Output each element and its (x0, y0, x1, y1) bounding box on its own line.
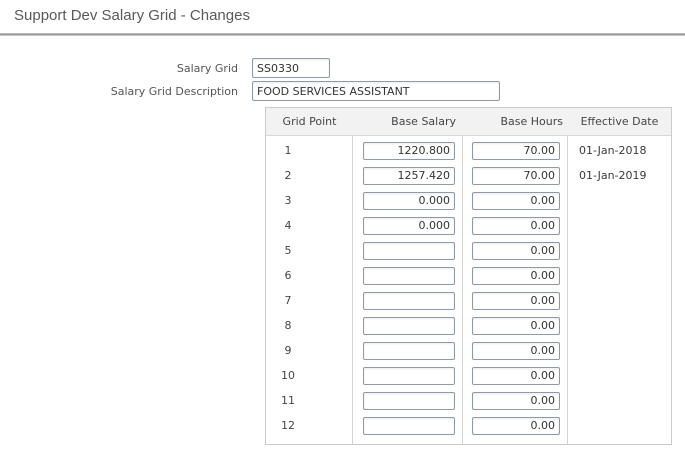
base-hours-input[interactable] (472, 292, 560, 310)
base-salary-cell (353, 392, 463, 410)
grid-point-value: 2 (266, 169, 353, 182)
base-salary-cell (353, 217, 463, 235)
base-salary-input[interactable] (363, 292, 455, 310)
table-row: 2 01-Jan-2019 (266, 163, 671, 188)
base-hours-input[interactable] (472, 192, 560, 210)
base-hours-input[interactable] (472, 142, 560, 160)
table-row: 11 (266, 388, 671, 413)
effective-date-value: 01-Jan-2018 (568, 144, 671, 157)
base-hours-input[interactable] (472, 242, 560, 260)
table-row: 7 (266, 288, 671, 313)
salary-grid-label: Salary Grid (0, 62, 252, 75)
grid-point-value: 12 (266, 419, 353, 432)
base-salary-input[interactable] (363, 242, 455, 260)
table-row: 10 (266, 363, 671, 388)
base-hours-header: Base Hours (463, 115, 568, 128)
salary-grid-field-row: Salary Grid (0, 58, 540, 78)
salary-grid-input[interactable] (252, 58, 330, 78)
base-hours-input[interactable] (472, 342, 560, 360)
table-body: 1 01-Jan-2018 2 01-Jan-2019 (266, 136, 671, 444)
grid-point-value: 9 (266, 344, 353, 357)
base-hours-cell (463, 317, 568, 335)
table-row: 5 (266, 238, 671, 263)
base-hours-cell (463, 142, 568, 160)
base-hours-cell (463, 217, 568, 235)
salary-grid-table: Grid Point Base Salary Base Hours Effect… (265, 107, 672, 445)
salary-grid-description-field-row: Salary Grid Description (0, 81, 540, 101)
salary-grid-form: Salary Grid Salary Grid Description (0, 58, 540, 104)
grid-point-value: 4 (266, 219, 353, 232)
base-salary-cell (353, 167, 463, 185)
base-salary-header: Base Salary (353, 115, 463, 128)
base-hours-cell (463, 417, 568, 435)
effective-date-value: 01-Jan-2019 (568, 169, 671, 182)
base-salary-cell (353, 292, 463, 310)
table-row: 9 (266, 338, 671, 363)
base-salary-cell (353, 342, 463, 360)
grid-point-value: 6 (266, 269, 353, 282)
table-row: 8 (266, 313, 671, 338)
base-hours-cell (463, 167, 568, 185)
base-salary-input[interactable] (363, 392, 455, 410)
base-salary-input[interactable] (363, 342, 455, 360)
table-row: 1 01-Jan-2018 (266, 138, 671, 163)
effective-date-header: Effective Date (568, 115, 671, 128)
salary-grid-description-label: Salary Grid Description (0, 85, 252, 98)
salary-grid-description-input[interactable] (252, 81, 500, 101)
base-hours-cell (463, 342, 568, 360)
base-salary-input[interactable] (363, 367, 455, 385)
base-salary-input[interactable] (363, 267, 455, 285)
grid-point-value: 8 (266, 319, 353, 332)
base-hours-cell (463, 367, 568, 385)
page-title: Support Dev Salary Grid - Changes (14, 7, 250, 24)
grid-point-value: 7 (266, 294, 353, 307)
grid-point-value: 5 (266, 244, 353, 257)
base-hours-cell (463, 292, 568, 310)
table-row: 12 (266, 413, 671, 438)
grid-point-value: 1 (266, 144, 353, 157)
base-salary-input[interactable] (363, 167, 455, 185)
base-salary-cell (353, 142, 463, 160)
base-salary-cell (353, 317, 463, 335)
base-salary-input[interactable] (363, 142, 455, 160)
base-hours-input[interactable] (472, 367, 560, 385)
base-hours-input[interactable] (472, 417, 560, 435)
base-salary-cell (353, 242, 463, 260)
base-salary-input[interactable] (363, 192, 455, 210)
base-salary-cell (353, 367, 463, 385)
title-divider (0, 33, 685, 36)
base-salary-cell (353, 267, 463, 285)
base-hours-input[interactable] (472, 392, 560, 410)
base-hours-cell (463, 242, 568, 260)
base-hours-cell (463, 392, 568, 410)
base-hours-cell (463, 267, 568, 285)
base-salary-input[interactable] (363, 217, 455, 235)
base-salary-input[interactable] (363, 317, 455, 335)
grid-point-value: 10 (266, 369, 353, 382)
base-salary-cell (353, 417, 463, 435)
table-row: 4 (266, 213, 671, 238)
base-salary-cell (353, 192, 463, 210)
table-header-row: Grid Point Base Salary Base Hours Effect… (266, 108, 671, 136)
base-hours-input[interactable] (472, 317, 560, 335)
grid-point-header: Grid Point (266, 115, 353, 128)
base-hours-input[interactable] (472, 167, 560, 185)
table-row: 6 (266, 263, 671, 288)
table-row: 3 (266, 188, 671, 213)
base-hours-input[interactable] (472, 217, 560, 235)
base-salary-input[interactable] (363, 417, 455, 435)
base-hours-input[interactable] (472, 267, 560, 285)
grid-point-value: 3 (266, 194, 353, 207)
base-hours-cell (463, 192, 568, 210)
grid-point-value: 11 (266, 394, 353, 407)
